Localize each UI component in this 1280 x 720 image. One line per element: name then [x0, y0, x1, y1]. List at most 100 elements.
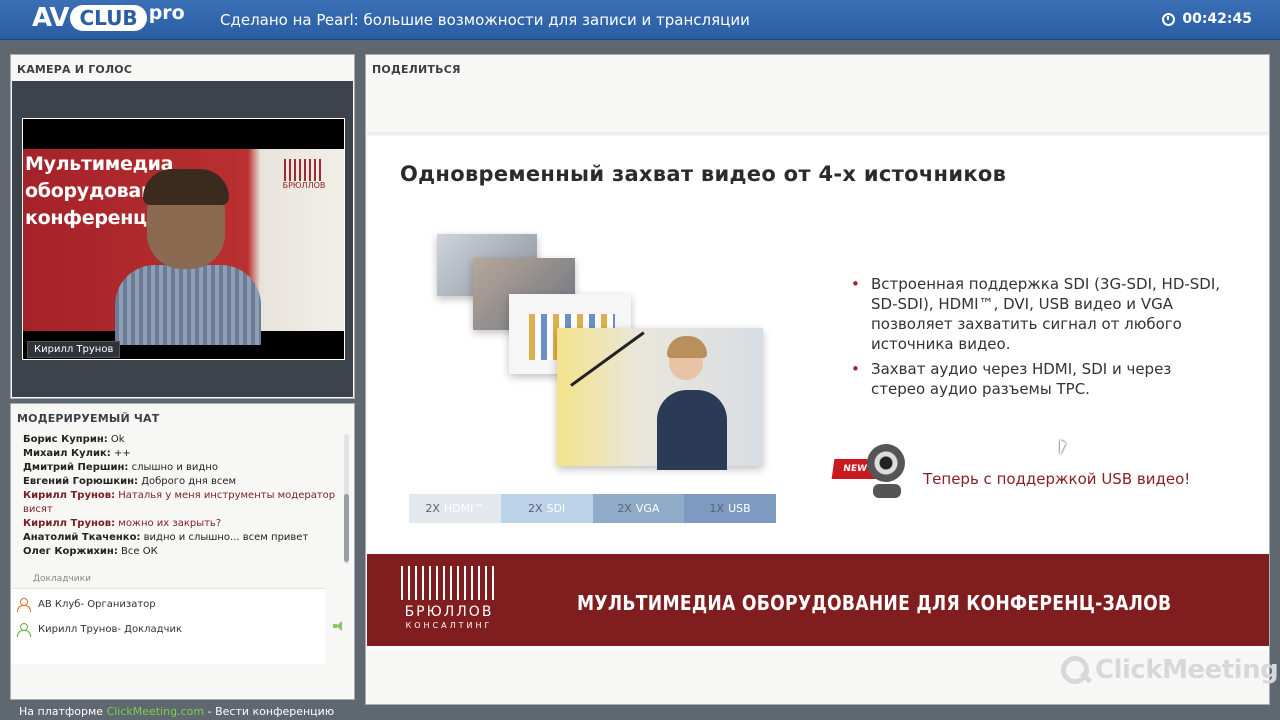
chat-messages[interactable]: Борис Куприн: Ok Михаил Кулик: ++ Дмитри… [23, 433, 343, 565]
slide-photo-collage [437, 234, 767, 474]
brullov-logo: БРЮЛЛОВ КОНСАЛТИНГ [399, 566, 499, 636]
brand-bars-icon [284, 159, 324, 181]
logo-pro: pro [148, 2, 185, 24]
presentation-slide: Одновременный захват видео от 4-х источн… [367, 136, 1269, 650]
footer-suffix: - Вести конференцию [204, 705, 335, 718]
speaker-hair [143, 169, 229, 205]
source-label: HDMI™ [443, 502, 485, 515]
chat-text: видно и слышно... всем привет [140, 532, 309, 543]
bullet-item: Встроенная поддержка SDI (3G-SDI, HD-SDI… [851, 274, 1221, 354]
webcam-base [873, 484, 901, 498]
bullet-item: Захват аудио через HDMI, SDI и через сте… [851, 359, 1221, 399]
participant-role: - Докладчик [117, 623, 182, 635]
source-count: 1X [709, 502, 725, 515]
chat-message: Михаил Кулик: ++ [23, 447, 343, 461]
share-panel: ПОДЕЛИТЬСЯ Одновременный захват видео от… [365, 54, 1279, 705]
chat-panel-title: МОДЕРИРУЕМЫЙ ЧАТ [17, 412, 160, 425]
share-panel-title: ПОДЕЛИТЬСЯ [372, 63, 461, 76]
chat-text: Все ОК [117, 546, 158, 557]
chat-author: Борис Куприн: [23, 434, 108, 445]
video-scene: Мультимедиа оборудован конференц БРЮЛЛОВ [23, 149, 344, 345]
brand-bars-icon [401, 566, 497, 600]
chat-text: Доброго дня всем [138, 476, 237, 487]
participant-name: АВ Клуб [38, 598, 81, 610]
source-usb: 1X USB [684, 494, 776, 523]
source-tabs: 2X HDMI™ 2X SDI 2X VGA 1X USB [409, 494, 776, 523]
woman-body [657, 390, 727, 470]
logo-club: CLUB [70, 5, 147, 31]
webcam-icon [865, 444, 907, 500]
camera-area: Мультимедиа оборудован конференц БРЮЛЛОВ… [12, 81, 353, 397]
footer-prefix: На платформе [19, 705, 107, 718]
woman-hair [667, 336, 707, 358]
chat-message: Кирилл Трунов: Наталья у меня инструмент… [23, 489, 343, 517]
chat-message: Олег Коржихин: Все ОК [23, 545, 343, 559]
chat-message: Дмитрий Першин: слышно и видно [23, 461, 343, 475]
chat-message: Евгений Горюшкин: Доброго дня всем [23, 475, 343, 489]
clock-icon [1162, 12, 1176, 26]
source-count: 2X [617, 502, 632, 515]
source-hdmi: 2X HDMI™ [409, 494, 501, 523]
slide-banner: БРЮЛЛОВ КОНСАЛТИНГ МУЛЬТИМЕДИА ОБОРУДОВА… [367, 554, 1269, 646]
webcam-lens [867, 444, 905, 482]
participants-header[interactable]: Докладчики [33, 574, 91, 584]
video-brand-logo: БРЮЛЛОВ [278, 159, 330, 199]
user-icon [17, 597, 31, 612]
participant-organizer[interactable]: АВ Клуб - Организатор [17, 595, 156, 613]
slide-bullets: Встроенная поддержка SDI (3G-SDI, HD-SDI… [851, 274, 1221, 404]
clickmeeting-icon [1061, 656, 1089, 684]
camera-panel-title: КАМЕРА И ГОЛОС [17, 63, 133, 76]
user-icon [17, 622, 31, 637]
participant-role: - Организатор [80, 598, 156, 610]
speaker-volume-icon[interactable] [333, 621, 343, 631]
woman-figure [657, 334, 727, 470]
photo-woman-speaker [557, 328, 763, 470]
chat-author: Олег Коржихин: [23, 546, 118, 557]
clickmeeting-link[interactable]: ClickMeeting.com [107, 705, 205, 718]
mouse-cursor-icon [1060, 440, 1066, 455]
source-count: 2X [528, 502, 543, 515]
speaker-figure [115, 169, 261, 345]
usb-support-text: Теперь с поддержкой USB видео! [923, 470, 1191, 488]
chat-text: Ok [107, 434, 125, 445]
source-label: VGA [635, 502, 660, 515]
top-bar: AV CLUB pro Сделано на Pearl: большие во… [0, 0, 1280, 40]
session-timer: 00:42:45 [1162, 11, 1252, 27]
webinar-title: Сделано на Pearl: большие возможности дл… [220, 11, 750, 29]
avclub-logo[interactable]: AV CLUB pro [32, 2, 185, 33]
participants-list: АВ Клуб - Организатор Кирилл Трунов - До… [11, 588, 325, 664]
source-vga: 2X VGA [592, 494, 685, 523]
chat-text: можно их закрыть? [115, 518, 222, 529]
watermark-text: ClickMeeting [1095, 655, 1279, 685]
source-label: SDI [546, 502, 566, 515]
banner-brand: БРЮЛЛОВ [404, 604, 494, 620]
timer-value: 00:42:45 [1182, 11, 1252, 27]
camera-panel: КАМЕРА И ГОЛОС Мультимедиа оборудован ко… [10, 54, 355, 399]
source-label: USB [728, 502, 751, 515]
chat-message: Борис Куприн: Ok [23, 433, 343, 447]
chat-message: Анатолий Ткаченко: видно и слышно... все… [23, 531, 343, 545]
chat-author: Анатолий Ткаченко: [23, 532, 141, 543]
source-count: 2X [425, 502, 440, 515]
source-sdi: 2X SDI [500, 494, 593, 523]
banner-brand-sub: КОНСАЛТИНГ [405, 621, 493, 630]
chat-author: Кирилл Трунов: [23, 518, 116, 529]
chat-author: Евгений Горюшкин: [23, 476, 139, 487]
speaker-video[interactable]: Мультимедиа оборудован конференц БРЮЛЛОВ… [22, 118, 345, 360]
chat-panel: МОДЕРИРУЕМЫЙ ЧАТ Борис Куприн: Ok Михаил… [10, 403, 355, 700]
chat-author: Кирилл Трунов: [23, 490, 116, 501]
chat-message: Кирилл Трунов: можно их закрыть? [23, 517, 343, 531]
microphone-icon [570, 331, 645, 387]
participant-name: Кирилл Трунов [38, 623, 118, 635]
video-brand-name: БРЮЛЛОВ [282, 181, 326, 190]
chat-text: слышно и видно [128, 462, 218, 473]
chat-author: Михаил Кулик: [23, 448, 111, 459]
logo-av: AV [32, 3, 69, 33]
chat-scrollbar-thumb[interactable] [344, 494, 349, 562]
chat-author: Дмитрий Першин: [23, 462, 129, 473]
clickmeeting-watermark: ClickMeeting [1061, 655, 1279, 685]
banner-text: МУЛЬТИМЕДИА ОБОРУДОВАНИЕ ДЛЯ КОНФЕРЕНЦ-З… [577, 591, 1172, 615]
speaker-torso [115, 265, 261, 345]
chat-text: ++ [110, 448, 131, 459]
participant-speaker[interactable]: Кирилл Трунов - Докладчик [17, 620, 182, 638]
